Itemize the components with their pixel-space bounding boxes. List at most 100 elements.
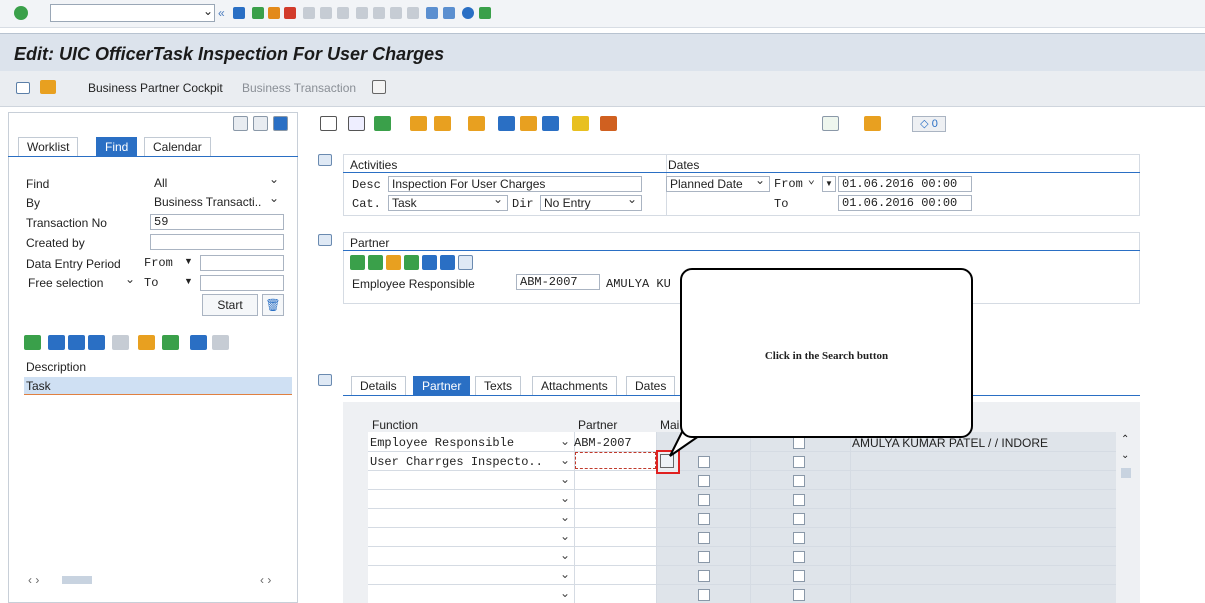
date-from-arrow-icon[interactable]: ▼ bbox=[822, 176, 836, 192]
cat-select[interactable]: Task bbox=[388, 195, 508, 211]
row2-partner-input[interactable] bbox=[575, 452, 656, 469]
flag-checkbox-6[interactable] bbox=[793, 532, 805, 544]
prev-page-icon[interactable] bbox=[373, 7, 385, 19]
fn-dd-2-icon[interactable]: ⌄ bbox=[560, 453, 570, 467]
date-from-input[interactable]: 01.06.2016 00:00 bbox=[838, 176, 972, 192]
free-selection-select[interactable]: Free selection bbox=[24, 275, 140, 291]
scroll-thumb[interactable] bbox=[62, 576, 92, 584]
message-counter[interactable]: ◇ 0 bbox=[912, 116, 946, 132]
flag-checkbox-5[interactable] bbox=[793, 513, 805, 525]
main-checkbox-6[interactable] bbox=[698, 532, 710, 544]
scroll-up-icon[interactable]: ⌃ bbox=[1121, 434, 1129, 445]
info-panel-icon[interactable] bbox=[822, 116, 839, 131]
created-by-input[interactable] bbox=[150, 234, 284, 250]
scroll-right-icon[interactable]: ‹ › bbox=[260, 573, 271, 587]
date-to-input[interactable]: 01.06.2016 00:00 bbox=[838, 195, 972, 211]
filter-icon[interactable] bbox=[68, 335, 85, 350]
sort-asc-icon[interactable] bbox=[48, 335, 65, 350]
flag-checkbox-2[interactable] bbox=[793, 456, 805, 468]
partner-id-input[interactable]: ABM-2007 bbox=[516, 274, 600, 290]
cancel-icon[interactable] bbox=[284, 7, 296, 19]
main-checkbox-4[interactable] bbox=[698, 494, 710, 506]
fn-dd-7-icon[interactable]: ⌄ bbox=[560, 548, 570, 562]
table-scroll-thumb[interactable] bbox=[1121, 468, 1131, 478]
transaction-button[interactable]: Business Transaction bbox=[242, 81, 356, 95]
cockpit-button[interactable]: Business Partner Cockpit bbox=[88, 81, 223, 95]
dir-select[interactable]: No Entry bbox=[540, 195, 642, 211]
date-type-select[interactable]: Planned Date bbox=[666, 176, 770, 192]
help-icon[interactable] bbox=[462, 7, 474, 19]
back-arrows-icon[interactable]: « bbox=[218, 6, 225, 20]
new-session-icon[interactable] bbox=[426, 7, 438, 19]
print-list-icon[interactable] bbox=[212, 335, 229, 350]
open-folder-icon[interactable] bbox=[40, 80, 56, 94]
details-icon[interactable] bbox=[24, 335, 41, 350]
start-button[interactable]: Start bbox=[202, 294, 258, 316]
fn-dd-3-icon[interactable]: ⌄ bbox=[560, 472, 570, 486]
flag-checkbox-9[interactable] bbox=[793, 589, 805, 601]
next-page-icon[interactable] bbox=[390, 7, 402, 19]
fn-dd-4-icon[interactable]: ⌄ bbox=[560, 491, 570, 505]
tab-details[interactable]: Details bbox=[351, 376, 406, 396]
tab-find[interactable]: Find bbox=[96, 137, 138, 157]
period-from-input[interactable] bbox=[200, 255, 284, 271]
customize-icon[interactable] bbox=[479, 7, 491, 19]
find-icon[interactable] bbox=[320, 7, 332, 19]
back-doc-icon[interactable] bbox=[410, 116, 427, 131]
last-page-icon[interactable] bbox=[407, 7, 419, 19]
desc-input[interactable]: Inspection For User Charges bbox=[388, 176, 642, 192]
export-icon[interactable] bbox=[162, 335, 179, 350]
save-icon[interactable] bbox=[233, 7, 245, 19]
row1-partner[interactable]: ABM-2007 bbox=[574, 436, 632, 450]
partner-expand-icon[interactable] bbox=[318, 234, 332, 246]
glasses-icon[interactable] bbox=[498, 116, 515, 131]
layout-icon[interactable] bbox=[16, 82, 30, 94]
forward-doc-icon[interactable] bbox=[468, 116, 485, 131]
flag-checkbox-1[interactable] bbox=[793, 437, 805, 449]
flag-checkbox-7[interactable] bbox=[793, 551, 805, 563]
scroll-down-icon[interactable]: ⌄ bbox=[1121, 450, 1129, 461]
exit-icon[interactable] bbox=[268, 7, 280, 19]
details-expand-icon[interactable] bbox=[318, 374, 332, 386]
transaction-no-input[interactable]: 59 bbox=[150, 214, 284, 230]
edit-icon[interactable] bbox=[520, 116, 537, 131]
main-checkbox-5[interactable] bbox=[698, 513, 710, 525]
trash-icon[interactable]: 🗑 bbox=[262, 294, 284, 316]
scroll-left-icon[interactable]: ‹ › bbox=[28, 573, 39, 587]
layout-change-icon[interactable] bbox=[112, 335, 129, 350]
task-row[interactable]: Task bbox=[24, 377, 292, 395]
flag-checkbox-3[interactable] bbox=[793, 475, 805, 487]
shortcut-icon[interactable] bbox=[443, 7, 455, 19]
command-dropdown-icon[interactable]: ⌄ bbox=[203, 4, 213, 18]
find-select[interactable]: All bbox=[150, 175, 284, 191]
tab-worklist[interactable]: Worklist bbox=[18, 137, 79, 157]
print-icon[interactable] bbox=[303, 7, 315, 19]
new-icon[interactable] bbox=[320, 116, 337, 131]
row1-function[interactable]: Employee Responsible bbox=[370, 436, 514, 450]
first-page-icon[interactable] bbox=[356, 7, 368, 19]
free-to-input[interactable] bbox=[200, 275, 284, 291]
find-next-icon[interactable] bbox=[337, 7, 349, 19]
partner-print-icon[interactable] bbox=[422, 255, 437, 270]
command-field[interactable] bbox=[50, 4, 215, 22]
tab-attachments[interactable]: Attachments bbox=[532, 376, 617, 396]
relationship-icon[interactable] bbox=[864, 116, 881, 131]
activities-expand-icon[interactable] bbox=[318, 154, 332, 166]
fn-dd-8-icon[interactable]: ⌄ bbox=[560, 567, 570, 581]
fn-dd-1-icon[interactable]: ⌄ bbox=[560, 434, 570, 448]
table-icon[interactable] bbox=[542, 116, 559, 131]
favorites-icon[interactable] bbox=[138, 335, 155, 350]
flag-checkbox-8[interactable] bbox=[793, 570, 805, 582]
partner-refresh-icon[interactable] bbox=[458, 255, 473, 270]
date-from-select[interactable]: From bbox=[770, 176, 820, 192]
table-scrollbar[interactable]: ⌃ ⌄ bbox=[1118, 432, 1134, 603]
partner-person-icon[interactable] bbox=[386, 255, 401, 270]
partner-search-icon[interactable] bbox=[350, 255, 365, 270]
by-select[interactable]: Business Transacti.. bbox=[150, 194, 284, 210]
settings-icon[interactable] bbox=[600, 116, 617, 131]
free-to-arrow-icon[interactable]: ▼ bbox=[184, 276, 193, 286]
transfer-icon[interactable] bbox=[434, 116, 451, 131]
row2-function[interactable]: User Charrges Inspecto.. bbox=[370, 455, 543, 469]
save-doc-icon[interactable] bbox=[374, 116, 391, 131]
last-icon[interactable] bbox=[253, 116, 268, 131]
